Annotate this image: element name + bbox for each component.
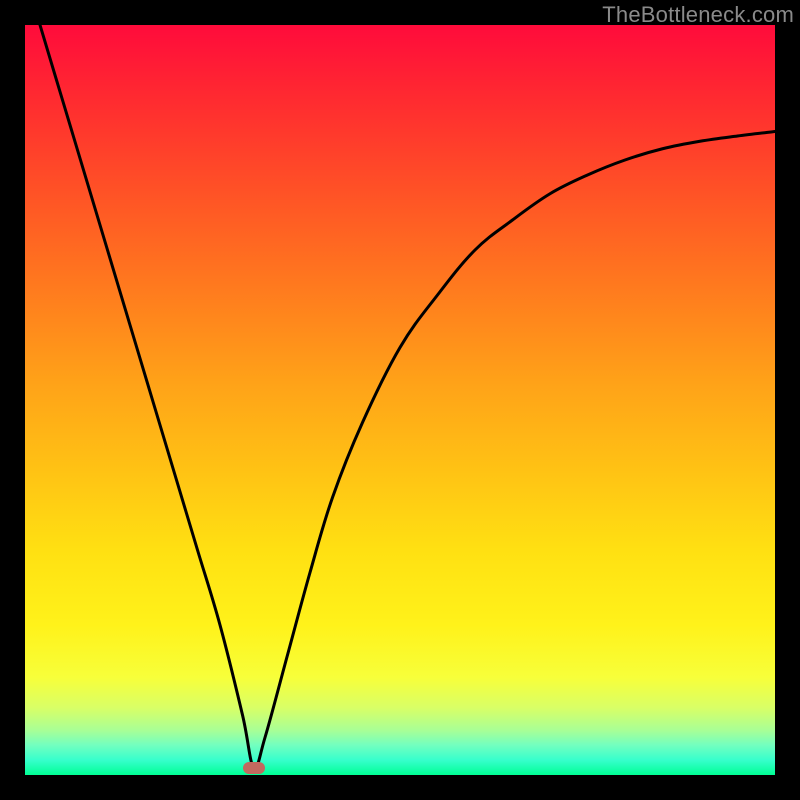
chart-frame: TheBottleneck.com [0, 0, 800, 800]
plot-area [25, 25, 775, 775]
optimal-marker [243, 762, 265, 774]
bottleneck-curve [25, 25, 775, 775]
watermark-text: TheBottleneck.com [602, 2, 794, 28]
